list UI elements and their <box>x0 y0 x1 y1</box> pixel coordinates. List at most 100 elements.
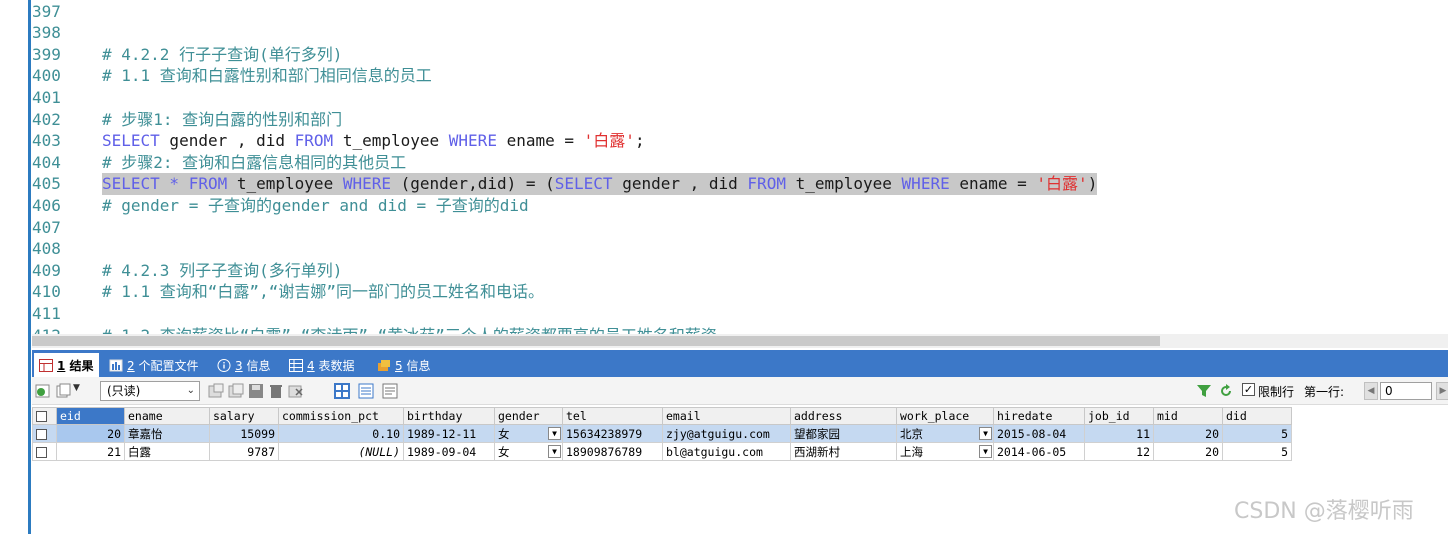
table-row[interactable]: 20 章嘉怡 15099 0.10 1989-12-11 女 ▼ 15634238979 zjy… <box>32 424 1292 443</box>
cell-birthday[interactable]: 1989-12-11 <box>403 424 495 443</box>
cell-work_place[interactable]: 北京 ▼ <box>896 424 994 443</box>
code-line[interactable]: 400 # 1.1 查询和白露性别和部门相同信息的员工 <box>0 65 1448 87</box>
column-header-birthday[interactable]: birthday <box>403 407 495 425</box>
column-header-gender[interactable]: gender <box>494 407 563 425</box>
cell-ename[interactable]: 章嘉怡 <box>124 424 210 443</box>
limit-rows-checkbox[interactable]: ✓ <box>1242 383 1255 396</box>
code-line[interactable]: 397 <box>0 1 1448 23</box>
trash-icon[interactable] <box>268 383 284 399</box>
column-header-hiredate[interactable]: hiredate <box>993 407 1085 425</box>
code-line[interactable]: 402 # 步骤1: 查询白露的性别和部门 <box>0 109 1448 131</box>
code-token: (gender,did) = ( <box>391 174 555 194</box>
code-line[interactable]: 407 <box>0 217 1448 239</box>
cell-tel[interactable]: 15634238979 <box>562 424 663 443</box>
code-line[interactable]: 409 # 4.2.3 列子子查询(多行单列) <box>0 260 1448 282</box>
save-icon[interactable] <box>248 383 264 399</box>
cell-commission_pct[interactable]: (NULL) <box>278 442 404 461</box>
chevron-down-icon[interactable]: ▼ <box>979 445 992 458</box>
column-header-ename[interactable]: ename <box>124 407 210 425</box>
cell-email[interactable]: zjy@atguigu.com <box>662 424 791 443</box>
export-icon[interactable] <box>35 383 51 399</box>
cell-eid[interactable]: 21 <box>56 442 125 461</box>
cell-eid[interactable]: 20 <box>56 424 125 443</box>
select-all-checkbox[interactable] <box>32 407 57 425</box>
add-row-icon[interactable] <box>208 383 224 399</box>
table-row[interactable]: 21 白露 9787 (NULL) 1989-09-04 女 ▼ 18909876789 bl@… <box>32 442 1292 461</box>
code-line[interactable]: 410 # 1.1 查询和“白露”,“谢吉娜”同一部门的员工姓名和电话。 <box>0 281 1448 303</box>
cell-job_id[interactable]: 11 <box>1084 424 1154 443</box>
code-line[interactable]: 403 SELECT gender , did FROM t_employee W… <box>0 130 1448 152</box>
cell-gender[interactable]: 女 ▼ <box>494 442 563 461</box>
chevron-down-icon[interactable]: ▼ <box>548 427 561 440</box>
code-token: # 1.1 查询和白露性别和部门相同信息的员工 <box>102 66 432 86</box>
column-header-commission_pct[interactable]: commission_pct <box>278 407 404 425</box>
code-line[interactable]: 399 # 4.2.2 行子子查询(单行多列) <box>0 44 1448 66</box>
cell-work_place[interactable]: 上海 ▼ <box>896 442 994 461</box>
editor-horizontal-scrollbar[interactable] <box>32 334 1448 348</box>
column-header-tel[interactable]: tel <box>562 407 663 425</box>
row-checkbox[interactable] <box>32 424 57 443</box>
code-line[interactable]: 408 <box>0 238 1448 260</box>
cell-birthday[interactable]: 1989-09-04 <box>403 442 495 461</box>
code-line[interactable]: 401 <box>0 87 1448 109</box>
code-token: SELECT <box>102 131 160 151</box>
cell-salary[interactable]: 9787 <box>209 442 279 461</box>
cell-mid[interactable]: 20 <box>1153 442 1223 461</box>
tab-result[interactable]: 1 结果 <box>34 353 99 377</box>
duplicate-row-icon[interactable] <box>228 383 244 399</box>
cell-commission_pct[interactable]: 0.10 <box>278 424 404 443</box>
cancel-icon[interactable] <box>288 383 304 399</box>
column-header-work_place[interactable]: work_place <box>896 407 994 425</box>
first-row-input[interactable]: 0 <box>1380 382 1432 400</box>
row-checkbox[interactable] <box>32 442 57 461</box>
cell-email[interactable]: bl@atguigu.com <box>662 442 791 461</box>
code-line[interactable]: 411 <box>0 303 1448 325</box>
mode-select[interactable]: (只读) ⌄ <box>100 381 200 401</box>
column-header-mid[interactable]: mid <box>1153 407 1223 425</box>
cell-did[interactable]: 5 <box>1222 442 1292 461</box>
column-header-did[interactable]: did <box>1222 407 1292 425</box>
grid-view-icon[interactable] <box>334 383 350 399</box>
code-line[interactable]: 406 # gender = 子查询的gender and did = 子查询的d… <box>0 195 1448 217</box>
text-view-icon[interactable] <box>382 383 398 399</box>
tab-history[interactable]: 5 信息 <box>372 353 435 377</box>
column-header-email[interactable]: email <box>662 407 791 425</box>
tab-profiles[interactable]: 2 个配置文件 <box>104 353 203 377</box>
cell-job_id[interactable]: 12 <box>1084 442 1154 461</box>
tab-table-data[interactable]: 4 表数据 <box>284 353 359 377</box>
column-header-eid[interactable]: eid <box>56 407 125 425</box>
tab-info[interactable]: 3 信息 <box>212 353 275 377</box>
chevron-down-icon[interactable]: ▼ <box>548 445 561 458</box>
next-page-button[interactable]: ▶ <box>1436 382 1448 400</box>
filter-icon[interactable] <box>1196 383 1212 399</box>
cell-address[interactable]: 望都家园 <box>790 424 897 443</box>
cell-did[interactable]: 5 <box>1222 424 1292 443</box>
scrollbar-thumb[interactable] <box>32 336 1160 346</box>
code-line[interactable]: 398 <box>0 22 1448 44</box>
cell-hiredate[interactable]: 2015-08-04 <box>993 424 1085 443</box>
cell-address[interactable]: 西湖新村 <box>790 442 897 461</box>
code-line[interactable]: 412 # 1.2 查询薪资比“白露”,“李诗雨”,“黄冰茹”三个人的薪资都要高的… <box>0 325 1448 335</box>
cell-hiredate[interactable]: 2014-06-05 <box>993 442 1085 461</box>
prev-page-button[interactable]: ◀ <box>1364 382 1378 400</box>
code-line[interactable]: 405 SELECT * FROM t_employee WHERE (gende… <box>0 173 1448 195</box>
column-header-address[interactable]: address <box>790 407 897 425</box>
chevron-down-icon[interactable]: ▼ <box>979 427 992 440</box>
column-header-job_id[interactable]: job_id <box>1084 407 1154 425</box>
cell-gender[interactable]: 女 ▼ <box>494 424 563 443</box>
code-line[interactable]: 404 # 步骤2: 查询和白露信息相同的其他员工 <box>0 152 1448 174</box>
cell-salary[interactable]: 15099 <box>209 424 279 443</box>
code-token: FROM <box>747 174 786 194</box>
sql-editor[interactable]: 397 398 399 # 4.2.2 行子子查询(单行多列) 400 # 1.1 查询和… <box>0 0 1448 334</box>
cell-ename[interactable]: 白露 <box>124 442 210 461</box>
chevron-down-icon[interactable]: ▼ <box>73 383 80 393</box>
column-header-salary[interactable]: salary <box>209 407 279 425</box>
cell-tel[interactable]: 18909876789 <box>562 442 663 461</box>
code-token: gender , did <box>612 174 748 194</box>
cell-mid[interactable]: 20 <box>1153 424 1223 443</box>
refresh-icon[interactable] <box>1218 383 1234 399</box>
table-icon <box>39 358 53 372</box>
form-view-icon[interactable] <box>358 383 374 399</box>
copy-icon[interactable] <box>56 383 72 399</box>
code-text: # 4.2.2 行子子查询(单行多列) <box>102 44 342 66</box>
